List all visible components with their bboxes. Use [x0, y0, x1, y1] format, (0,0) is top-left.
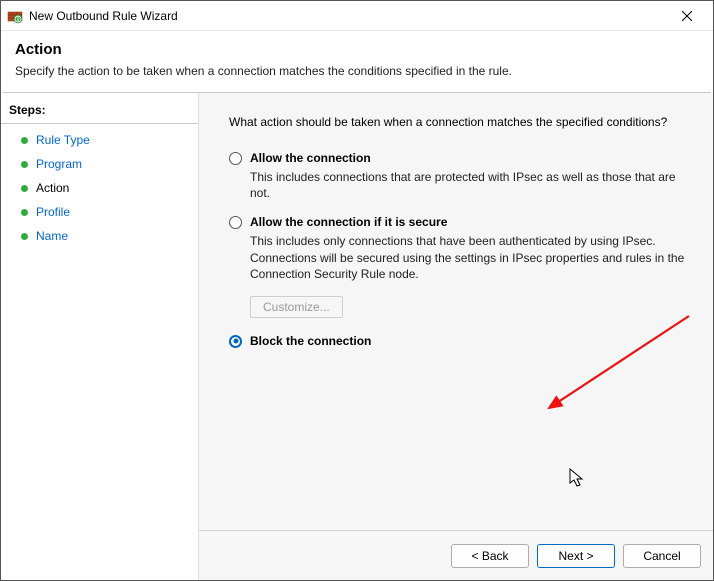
page-title: Action [15, 41, 699, 58]
bullet-icon [21, 209, 28, 216]
step-rule-type[interactable]: Rule Type [1, 128, 198, 152]
option-block[interactable]: Block the connection [229, 334, 695, 348]
question-text: What action should be taken when a conne… [229, 115, 695, 129]
step-name[interactable]: Name [1, 224, 198, 248]
main-panel: What action should be taken when a conne… [199, 93, 713, 580]
bullet-icon [21, 233, 28, 240]
radio-icon[interactable] [229, 216, 242, 229]
step-label: Program [36, 157, 82, 171]
option-allow-secure[interactable]: Allow the connection if it is secure [229, 215, 695, 229]
option-allow-secure-desc: This includes only connections that have… [250, 233, 690, 282]
steps-sidebar: Steps: Rule Type Program Action Profile … [1, 93, 199, 580]
mouse-cursor-icon [569, 468, 587, 490]
wizard-window: New Outbound Rule Wizard Action Specify … [0, 0, 714, 581]
option-allow-label: Allow the connection [250, 151, 371, 165]
option-allow-secure-label: Allow the connection if it is secure [250, 215, 447, 229]
step-label: Profile [36, 205, 70, 219]
step-label: Name [36, 229, 68, 243]
next-button[interactable]: Next > [537, 544, 615, 568]
firewall-icon [7, 8, 23, 24]
radio-icon[interactable] [229, 152, 242, 165]
page-header: Action Specify the action to be taken wh… [1, 31, 713, 92]
page-subtitle: Specify the action to be taken when a co… [15, 64, 699, 78]
footer: < Back Next > Cancel [199, 530, 713, 580]
radio-icon[interactable] [229, 335, 242, 348]
customize-button: Customize... [250, 296, 343, 318]
step-action[interactable]: Action [1, 176, 198, 200]
bullet-icon [21, 185, 28, 192]
option-allow[interactable]: Allow the connection [229, 151, 695, 165]
window-title: New Outbound Rule Wizard [29, 9, 667, 23]
close-button[interactable] [667, 2, 707, 30]
close-icon [682, 11, 692, 21]
step-profile[interactable]: Profile [1, 200, 198, 224]
bullet-icon [21, 137, 28, 144]
titlebar: New Outbound Rule Wizard [1, 1, 713, 31]
step-label: Action [36, 181, 69, 195]
annotation-arrow [539, 308, 699, 418]
step-program[interactable]: Program [1, 152, 198, 176]
body: Steps: Rule Type Program Action Profile … [1, 93, 713, 580]
option-block-label: Block the connection [250, 334, 371, 348]
steps-title: Steps: [1, 99, 198, 124]
step-label: Rule Type [36, 133, 90, 147]
bullet-icon [21, 161, 28, 168]
option-allow-desc: This includes connections that are prote… [250, 169, 690, 201]
cancel-button[interactable]: Cancel [623, 544, 701, 568]
back-button[interactable]: < Back [451, 544, 529, 568]
